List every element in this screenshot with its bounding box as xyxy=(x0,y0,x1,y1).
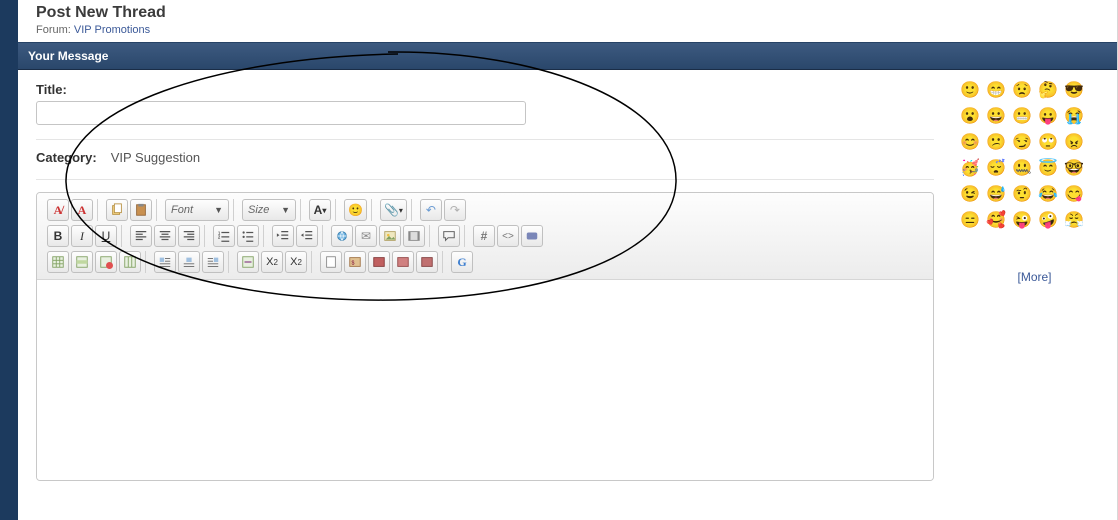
underline-icon[interactable]: U xyxy=(95,225,117,247)
smiley-1[interactable]: 😁 xyxy=(986,80,1006,100)
more-smilies-link[interactable]: [More] xyxy=(960,270,1109,284)
table-icon[interactable] xyxy=(47,251,69,273)
forum-link[interactable]: VIP Promotions xyxy=(74,24,150,36)
italic-icon[interactable]: I xyxy=(71,225,93,247)
smiley-9[interactable]: 😭 xyxy=(1064,106,1084,126)
attachment-icon[interactable]: 📎▾ xyxy=(380,199,407,221)
editor-toolbar: A̸ A Font▼ Size▼ xyxy=(37,193,933,280)
smiley-8[interactable]: 😛 xyxy=(1038,106,1058,126)
smiley-12[interactable]: 😏 xyxy=(1012,132,1032,152)
code-icon[interactable]: # xyxy=(473,225,495,247)
smiley-7[interactable]: 😬 xyxy=(1012,106,1032,126)
undo-icon[interactable]: ↶ xyxy=(420,199,442,221)
smiley-2[interactable]: 😟 xyxy=(1012,80,1032,100)
smiley-21[interactable]: 😅 xyxy=(986,184,1006,204)
smiley-24[interactable]: 😋 xyxy=(1064,184,1084,204)
title-label: Title: xyxy=(36,82,67,97)
smiley-20[interactable]: 😉 xyxy=(960,184,980,204)
redo-icon[interactable]: ↷ xyxy=(444,199,466,221)
smiley-icon[interactable]: 🙂 xyxy=(344,199,367,221)
smiley-22[interactable]: 🤨 xyxy=(1012,184,1032,204)
page-icon[interactable] xyxy=(320,251,342,273)
category-label: Category: xyxy=(36,150,97,165)
ordered-list-icon[interactable]: 12 xyxy=(213,225,235,247)
image-icon[interactable] xyxy=(379,225,401,247)
smiley-10[interactable]: 😊 xyxy=(960,132,980,152)
smilies-panel: 🙂 😁 😟 🤔 😎 😮 😀 😬 😛 😭 😊 😕 😏 🙄 😠 🥳 😴 🤐 😇 🤓 😉 😅 🤨 😂 😋 😑 🥰 😜 🤪 😤 [More] xyxy=(952,70,1117,493)
indent-icon[interactable] xyxy=(296,225,318,247)
smiley-19[interactable]: 🤓 xyxy=(1064,158,1084,178)
text-color-icon[interactable]: A▾ xyxy=(309,199,331,221)
breadcrumb: Forum: VIP Promotions xyxy=(36,24,1099,36)
subscript-icon[interactable]: X2 xyxy=(261,251,283,273)
smiley-11[interactable]: 😕 xyxy=(986,132,1006,152)
superscript-icon[interactable]: X2 xyxy=(285,251,307,273)
table-delete-icon[interactable] xyxy=(95,251,117,273)
special4-icon[interactable] xyxy=(416,251,438,273)
font-dropdown[interactable]: Font▼ xyxy=(165,199,229,221)
unlink-icon[interactable]: ✉ xyxy=(355,225,377,247)
smiley-28[interactable]: 🤪 xyxy=(1038,210,1058,230)
page-title: Post New Thread xyxy=(36,4,1099,22)
smiley-27[interactable]: 😜 xyxy=(1012,210,1032,230)
divider xyxy=(36,179,934,180)
remove-format-icon[interactable]: A̸ xyxy=(47,199,69,221)
outdent-icon[interactable] xyxy=(272,225,294,247)
section-your-message: Your Message xyxy=(18,42,1117,70)
copy-icon[interactable] xyxy=(106,199,128,221)
smiley-14[interactable]: 😠 xyxy=(1064,132,1084,152)
php-icon[interactable] xyxy=(521,225,543,247)
smiley-16[interactable]: 😴 xyxy=(986,158,1006,178)
smiley-23[interactable]: 😂 xyxy=(1038,184,1058,204)
svg-text:2: 2 xyxy=(218,235,221,240)
hr-icon[interactable] xyxy=(237,251,259,273)
smiley-18[interactable]: 😇 xyxy=(1038,158,1058,178)
align-left-icon[interactable] xyxy=(130,225,152,247)
divider xyxy=(36,139,934,140)
smiley-4[interactable]: 😎 xyxy=(1064,80,1084,100)
editor-body[interactable] xyxy=(37,280,933,480)
special3-icon[interactable] xyxy=(392,251,414,273)
smiley-15[interactable]: 🥳 xyxy=(960,158,980,178)
rich-text-editor: A̸ A Font▼ Size▼ xyxy=(36,192,934,481)
table-props-icon[interactable] xyxy=(119,251,141,273)
smiley-29[interactable]: 😤 xyxy=(1064,210,1084,230)
link-icon[interactable] xyxy=(331,225,353,247)
quote-icon[interactable] xyxy=(438,225,460,247)
align-center-icon[interactable] xyxy=(154,225,176,247)
smiley-5[interactable]: 😮 xyxy=(960,106,980,126)
left-rail xyxy=(0,0,18,520)
smiley-17[interactable]: 🤐 xyxy=(1012,158,1032,178)
float-center-icon[interactable] xyxy=(178,251,200,273)
title-input[interactable] xyxy=(36,101,526,125)
bold-icon[interactable]: B xyxy=(47,225,69,247)
special2-icon[interactable] xyxy=(368,251,390,273)
smilies-grid: 🙂 😁 😟 🤔 😎 😮 😀 😬 😛 😭 😊 😕 😏 🙄 😠 🥳 😴 🤐 😇 🤓 😉 😅 🤨 😂 😋 😑 🥰 😜 🤪 😤 xyxy=(960,80,1109,230)
float-right-icon[interactable] xyxy=(202,251,224,273)
paste-icon[interactable] xyxy=(130,199,152,221)
svg-text:$: $ xyxy=(352,261,355,267)
smiley-25[interactable]: 😑 xyxy=(960,210,980,230)
html-icon[interactable]: <> xyxy=(497,225,519,247)
float-left-icon[interactable] xyxy=(154,251,176,273)
align-right-icon[interactable] xyxy=(178,225,200,247)
special1-icon[interactable]: $ xyxy=(344,251,366,273)
category-value[interactable]: VIP Suggestion xyxy=(111,150,200,165)
smiley-0[interactable]: 🙂 xyxy=(960,80,980,100)
size-dropdown[interactable]: Size▼ xyxy=(242,199,296,221)
switch-editor-icon[interactable]: A xyxy=(71,199,93,221)
smiley-13[interactable]: 🙄 xyxy=(1038,132,1058,152)
smiley-26[interactable]: 🥰 xyxy=(986,210,1006,230)
smiley-3[interactable]: 🤔 xyxy=(1038,80,1058,100)
table-row-icon[interactable] xyxy=(71,251,93,273)
video-icon[interactable] xyxy=(403,225,425,247)
preview-icon[interactable]: G xyxy=(451,251,473,273)
smiley-6[interactable]: 😀 xyxy=(986,106,1006,126)
unordered-list-icon[interactable] xyxy=(237,225,259,247)
